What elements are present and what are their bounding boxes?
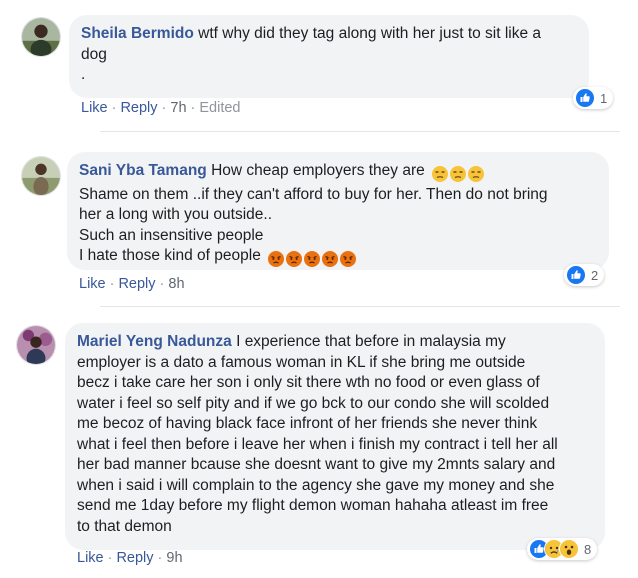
comment-text: becz i take care her son i only sit ther…	[77, 374, 540, 391]
reaction-summary[interactable]: 1	[573, 87, 614, 109]
angry-face-icon	[304, 250, 321, 267]
comment-text: dog	[81, 45, 107, 63]
comment-bubble: Sheila Bermido wtf why did they tag alon…	[69, 15, 589, 98]
comment-text: send me 1day before my flight demon woma…	[77, 497, 549, 514]
comment-text: to that demon	[77, 517, 172, 535]
unamused-face-icon	[432, 165, 449, 182]
comment-text: I experience that before in malaysia my	[236, 333, 506, 350]
comment-actions: Like · Reply · 8h	[79, 276, 185, 292]
emoji-group	[268, 249, 358, 270]
divider	[100, 306, 620, 307]
author-name[interactable]: Sheila Bermido	[81, 25, 194, 42]
author-name[interactable]: Mariel Yeng Nadunza	[77, 333, 232, 350]
like-icon	[575, 88, 595, 108]
comment-text: when i said i will complain to the agenc…	[77, 476, 555, 494]
reply-link[interactable]: Reply	[120, 100, 157, 116]
comment-text: .	[81, 66, 86, 83]
like-link[interactable]: Like	[81, 100, 108, 116]
reply-link[interactable]: Reply	[118, 276, 155, 292]
author-name[interactable]: Sani Yba Tamang	[79, 162, 207, 179]
angry-face-icon	[340, 250, 357, 267]
avatar[interactable]	[21, 17, 61, 57]
reaction-summary[interactable]: 2	[564, 264, 605, 286]
comment-text: me becoz of having black face infront of…	[77, 415, 538, 432]
comment-bubble: Mariel Yeng Nadunza I experience that be…	[65, 323, 605, 550]
avatar[interactable]	[21, 156, 61, 196]
avatar[interactable]	[16, 325, 56, 365]
comment-text: Such an insensitive people	[79, 226, 264, 244]
comment-text: her a long with you outside..	[79, 206, 273, 223]
angry-face-icon	[322, 250, 339, 267]
reply-link[interactable]: Reply	[116, 550, 153, 566]
timestamp[interactable]: 8h	[168, 276, 184, 292]
wow-icon	[559, 539, 579, 559]
comment-text: I hate those kind of people	[79, 247, 261, 264]
comment-actions: Like · Reply · 7h · Edited	[81, 100, 241, 116]
comment-actions: Like · Reply · 9h	[77, 550, 183, 566]
reaction-count: 2	[591, 267, 599, 283]
angry-face-icon	[268, 250, 285, 267]
angry-face-icon	[286, 250, 303, 267]
reaction-summary[interactable]: 8	[527, 538, 598, 560]
like-link[interactable]: Like	[79, 276, 106, 292]
divider	[100, 131, 620, 132]
unamused-face-icon	[468, 165, 485, 182]
like-icon	[566, 265, 586, 285]
timestamp[interactable]: 7h	[170, 100, 186, 116]
comment-text: How cheap employers they are	[211, 162, 425, 179]
comment-text: her bad manner bcause she doesnt want to…	[77, 456, 556, 473]
comment-text: what i feel then before i leave her when…	[77, 435, 558, 453]
comment-text: employer is a dato a famous woman in KL …	[77, 353, 526, 371]
comment-text: Shame on them ..if they can't afford to …	[79, 185, 548, 203]
unamused-face-icon	[450, 165, 467, 182]
edited-label[interactable]: Edited	[199, 100, 240, 116]
emoji-group	[432, 164, 486, 185]
comment-text: water i feel so self pity and if we go b…	[77, 394, 550, 412]
reaction-count: 8	[584, 541, 592, 557]
comment-bubble: Sani Yba Tamang How cheap employers they…	[67, 152, 609, 270]
timestamp[interactable]: 9h	[166, 550, 182, 566]
reaction-count: 1	[600, 90, 608, 106]
like-link[interactable]: Like	[77, 550, 104, 566]
comment-text: wtf why did they tag along with her just…	[198, 25, 542, 42]
